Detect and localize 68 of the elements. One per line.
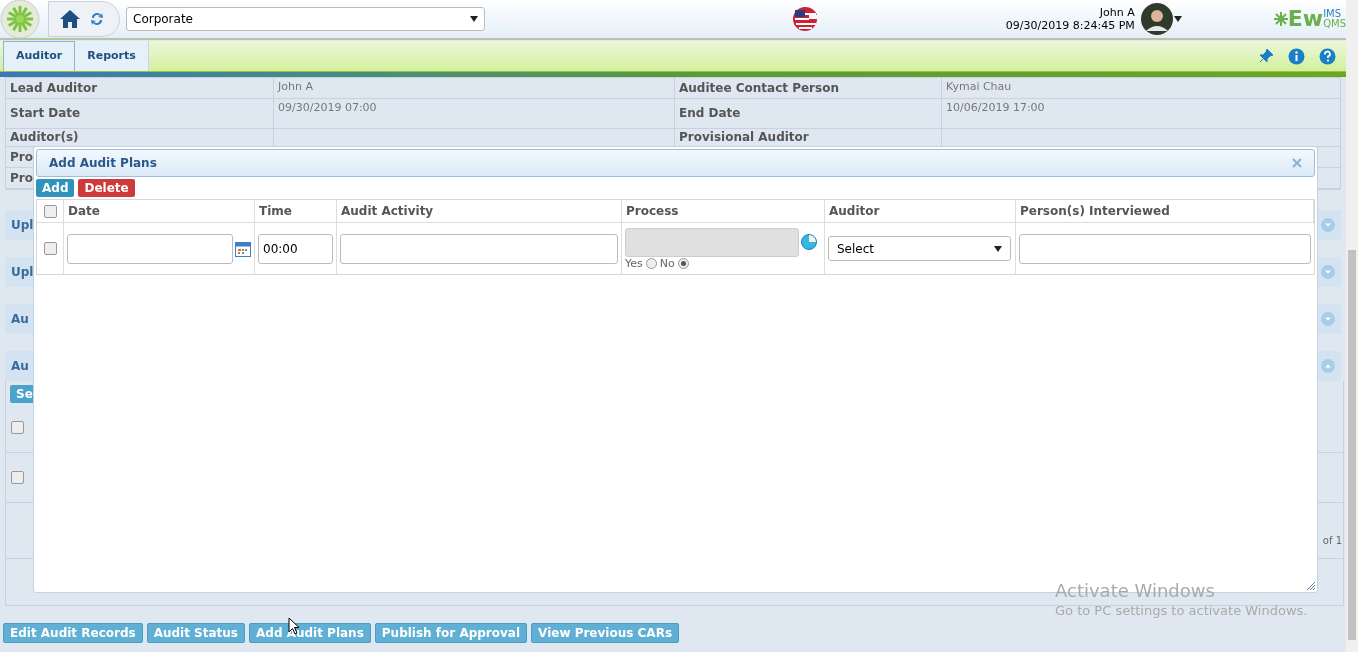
radio-label: Yes	[625, 256, 643, 270]
calendar-icon[interactable]	[235, 240, 251, 257]
activity-field[interactable]	[340, 233, 618, 264]
column-header: Auditor	[825, 200, 1016, 222]
radio-label: No	[659, 256, 675, 270]
info-icon[interactable]	[1288, 47, 1305, 65]
column-header: Date	[64, 200, 255, 222]
refresh-icon[interactable]	[89, 11, 105, 27]
column-header: Audit Activity	[337, 200, 622, 222]
radio-button[interactable]	[645, 257, 657, 269]
action-button[interactable]: View Previous CARs	[531, 623, 680, 643]
close-icon[interactable]	[1292, 158, 1302, 168]
field-label: Pro	[10, 149, 33, 165]
caret-icon	[994, 245, 1002, 252]
collapse-icon[interactable]	[1321, 359, 1335, 373]
column-header: Person(s) Interviewed	[1016, 200, 1314, 222]
toolbar-button[interactable]: Add	[36, 179, 75, 197]
help-icon[interactable]	[1319, 47, 1336, 65]
action-button[interactable]: Audit Status	[146, 623, 245, 643]
date-field[interactable]	[67, 233, 233, 264]
expand-icon[interactable]	[1321, 218, 1335, 232]
time-field[interactable]: 00:00	[258, 233, 333, 264]
caret-icon	[470, 16, 478, 22]
field-value: 09/30/2019 07:00	[278, 101, 377, 115]
pager-text: of 1	[1322, 534, 1342, 548]
action-button[interactable]: Publish for Approval	[374, 623, 528, 643]
company-select[interactable]: Corporate	[126, 7, 485, 31]
home-icon[interactable]	[59, 9, 81, 29]
field-value: 10/06/2019 17:00	[946, 101, 1045, 115]
date-time: 09/30/2019 8:24:45 PM	[1005, 19, 1135, 32]
expand-icon[interactable]	[1321, 265, 1335, 279]
activation-notice-title: Activate Windows	[1055, 580, 1216, 602]
field-value: Kymai Chau	[946, 80, 1012, 94]
row-checkbox[interactable]	[11, 421, 24, 434]
row-checkbox[interactable]	[11, 471, 24, 484]
auditor-select[interactable]: Select	[828, 236, 1011, 261]
burst-icon	[1273, 12, 1288, 26]
field-label: End Date	[679, 106, 741, 121]
activation-notice-text: Go to PC settings to activate Windows.	[1055, 602, 1308, 620]
avatar-icon[interactable]	[1140, 3, 1173, 35]
nav-tab[interactable]: Auditor	[3, 41, 76, 71]
action-button[interactable]: Edit Audit Records	[3, 623, 143, 643]
resize-handle-icon[interactable]	[1307, 582, 1315, 590]
field-label: Start Date	[10, 106, 81, 121]
row-checkbox[interactable]	[43, 242, 57, 255]
select-all-checkbox[interactable]	[43, 204, 57, 218]
caret-icon	[1173, 16, 1182, 22]
column-header: Process	[622, 200, 825, 222]
sun-logo-icon[interactable]	[0, 0, 40, 39]
action-button[interactable]: Add Audit Plans	[249, 623, 371, 643]
field-label: Auditee Contact Person	[679, 80, 839, 96]
user-name: John A	[1099, 6, 1135, 19]
field-label: Auditor(s)	[10, 130, 79, 145]
column-header: Time	[255, 200, 337, 222]
clock-icon[interactable]	[801, 234, 817, 250]
field-label: Pro	[10, 170, 33, 186]
toolbar-button[interactable]: Delete	[78, 179, 135, 197]
scrollbar[interactable]	[1346, 0, 1358, 652]
radio-button[interactable]	[677, 257, 689, 269]
pin-icon[interactable]	[1258, 48, 1274, 64]
dialog-title: Add Audit Plans	[49, 155, 157, 172]
interviewed-field[interactable]	[1019, 233, 1311, 264]
nav-tab[interactable]: Reports	[75, 41, 149, 71]
flag-icon[interactable]	[792, 6, 819, 32]
expand-icon[interactable]	[1321, 312, 1335, 326]
field-label: Provisional Auditor	[679, 130, 809, 145]
field-label: Lead Auditor	[10, 80, 98, 96]
field-value: John A	[278, 80, 313, 94]
